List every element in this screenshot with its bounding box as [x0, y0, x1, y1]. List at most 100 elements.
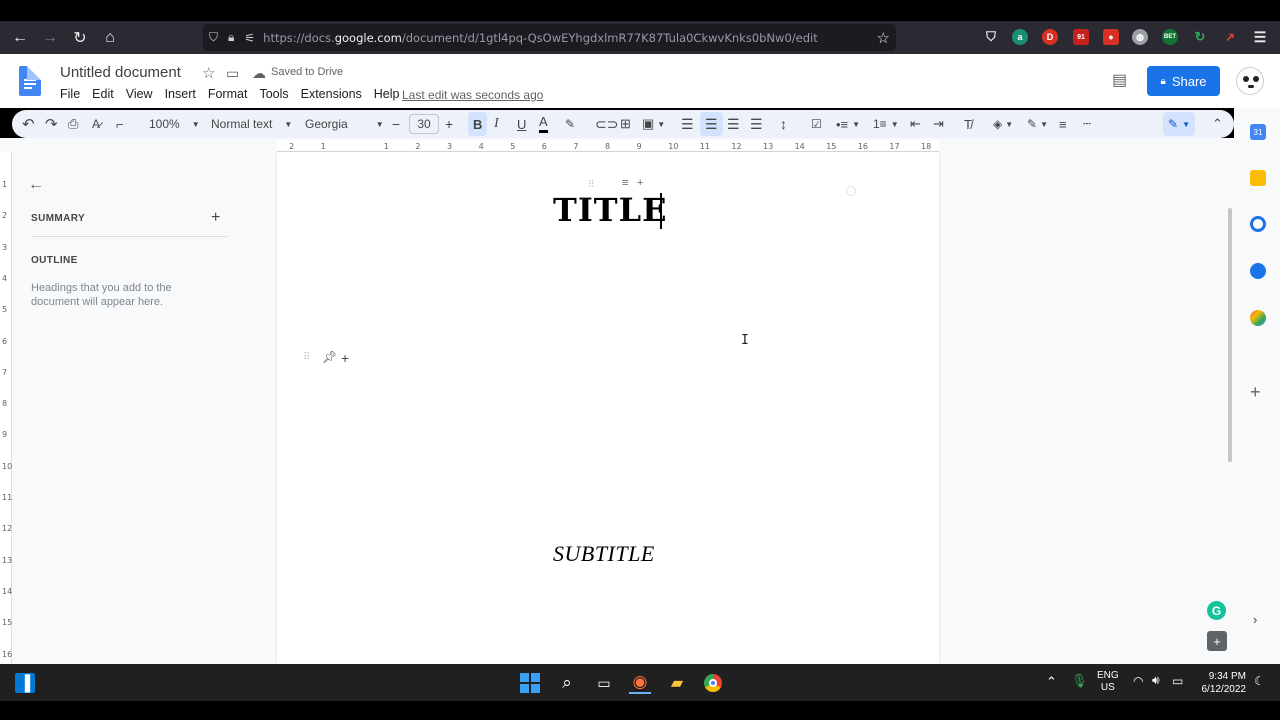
numbered-list-icon[interactable]: 1≡ ▼ [873, 112, 899, 136]
battery-icon[interactable]: ▭ [1172, 674, 1183, 688]
paint-format-icon[interactable]: ⌐ [116, 112, 124, 136]
pocket-icon[interactable]: ⛉ [983, 29, 999, 45]
globe-icon[interactable]: ◍ [1132, 29, 1148, 45]
task-view-icon[interactable]: ▭ [593, 672, 615, 694]
align-right-icon[interactable]: ☰ [727, 112, 740, 136]
drag-handle-icon[interactable]: ⠿ [303, 352, 310, 363]
get-addons-icon[interactable]: + [1250, 382, 1261, 403]
notifications-icon[interactable]: ☾ [1254, 674, 1265, 688]
home-icon[interactable]: ⌂ [95, 23, 125, 53]
decrease-indent-icon[interactable]: ⇤ [910, 112, 921, 136]
border-dash-icon[interactable]: ┄ [1083, 112, 1091, 136]
last-edit-link[interactable]: Last edit was seconds ago [402, 88, 543, 102]
menu-edit[interactable]: Edit [92, 87, 114, 101]
underline-icon[interactable]: U [517, 112, 526, 136]
tray-overflow-icon[interactable]: ⌃ [1046, 674, 1057, 690]
contacts-icon[interactable] [1250, 263, 1266, 279]
file-explorer-icon[interactable]: ▰ [666, 672, 688, 694]
chrome-icon[interactable] [702, 672, 724, 694]
extension-d-icon[interactable]: D [1042, 29, 1058, 45]
url-text[interactable]: https://docs.google.com/document/d/1gtl4… [263, 31, 818, 45]
back-arrow-icon[interactable]: ← [5, 23, 35, 53]
search-icon[interactable]: ⌕ [556, 672, 578, 694]
tasks-icon[interactable] [1250, 216, 1266, 232]
menu-tools[interactable]: Tools [259, 87, 288, 101]
pin-icon[interactable]: 📌︎ [322, 350, 337, 364]
clock[interactable]: 9:34 PM 6/12/2022 [1194, 670, 1247, 696]
bulleted-list-icon[interactable]: •≡ ▼ [836, 112, 860, 136]
align-center-icon[interactable]: ☰ [700, 112, 723, 136]
maps-icon[interactable] [1250, 310, 1266, 326]
menu-insert[interactable]: Insert [165, 87, 196, 101]
star-icon[interactable]: ☆ [202, 64, 215, 82]
line-spacing-icon[interactable]: ↕ [780, 112, 787, 136]
justify-icon[interactable]: ☰ [750, 112, 763, 136]
menu-extensions[interactable]: Extensions [301, 87, 362, 101]
vertical-scrollbar[interactable] [1228, 208, 1232, 462]
border-color-icon[interactable]: ✎ ▼ [1027, 112, 1048, 136]
grammarly-icon[interactable]: G [1207, 601, 1226, 620]
fill-color-icon[interactable]: ◈ ▼ [993, 112, 1013, 136]
permissions-icon[interactable]: ⚟ [244, 31, 255, 45]
style-select[interactable]: Normal text ▼ [211, 112, 292, 136]
print-icon[interactable]: ⎙ [68, 112, 78, 136]
share-button[interactable]: 🔒︎ Share [1147, 66, 1220, 96]
menu-format[interactable]: Format [208, 87, 248, 101]
lock-icon[interactable]: 🔒︎ [228, 30, 234, 45]
font-size-input[interactable]: 30 [409, 114, 439, 134]
menu-file[interactable]: File [60, 87, 80, 101]
show-side-panel-icon[interactable]: › [1253, 612, 1257, 627]
menu-view[interactable]: View [126, 87, 153, 101]
calendar-icon[interactable]: 31 [1250, 124, 1266, 140]
reload-icon[interactable]: ↻ [65, 23, 95, 53]
extension-arrow-icon[interactable]: ↗ [1222, 29, 1238, 45]
widgets-icon[interactable]: ▐ [15, 673, 35, 693]
move-folder-icon[interactable]: ▭ [226, 65, 239, 82]
highlight-icon[interactable]: ✎ [565, 112, 575, 136]
sync-icon[interactable]: ↻ [1192, 29, 1208, 45]
language-indicator[interactable]: ENG US [1097, 670, 1119, 694]
shield-icon[interactable]: ⛉ [209, 30, 218, 45]
paragraph-menu-icon[interactable]: ≡ [622, 177, 628, 189]
insert-image-icon[interactable]: ▣ ▼ [642, 112, 665, 136]
drag-handle-icon[interactable]: ⠿ [588, 179, 595, 190]
extension-badge-icon[interactable]: 91 [1073, 29, 1089, 45]
avatar[interactable] [1236, 67, 1264, 95]
border-width-icon[interactable]: ≡ [1059, 112, 1067, 136]
forward-arrow-icon[interactable]: → [35, 23, 65, 53]
document-subtitle-text[interactable]: SUBTITLE [553, 541, 655, 567]
link-icon[interactable]: ⊂⊃ [595, 112, 618, 136]
document-title-text[interactable]: TITLE [553, 191, 667, 229]
volume-icon[interactable]: 🔊︎ [1152, 673, 1160, 688]
windows-start-icon[interactable] [519, 672, 541, 694]
spellcheck-icon[interactable]: A̷ [92, 112, 100, 136]
add-block-icon[interactable]: + [341, 350, 349, 366]
menu-icon[interactable]: ☰ [1252, 29, 1268, 45]
decrease-font-size-icon[interactable]: − [392, 112, 400, 136]
add-block-icon[interactable]: + [637, 177, 643, 189]
keep-icon[interactable] [1250, 170, 1266, 186]
clear-formatting-icon[interactable]: T̸ [964, 112, 972, 136]
close-outline-arrow-icon[interactable]: ← [28, 176, 44, 194]
record-icon[interactable]: ● [1103, 29, 1119, 45]
document-title[interactable]: Untitled document [60, 64, 181, 81]
font-select[interactable]: Georgia ▼ [305, 112, 384, 136]
add-comment-icon[interactable]: ⊞ [620, 112, 631, 136]
menu-help[interactable]: Help [374, 87, 400, 101]
add-summary-icon[interactable]: + [211, 209, 220, 227]
extension-a-icon[interactable]: a [1012, 29, 1028, 45]
redo-icon[interactable]: ↷ [45, 112, 58, 136]
collapse-menus-icon[interactable]: ⌃ [1212, 112, 1223, 136]
zoom-select[interactable]: 100% ▼ [149, 112, 200, 136]
address-bar[interactable]: ⛉ 🔒︎ ⚟ https://docs.google.com/document/… [203, 24, 896, 51]
microphone-icon[interactable]: 🎙︎ [1071, 673, 1088, 689]
italic-icon[interactable]: I [494, 112, 499, 136]
editing-mode-icon[interactable]: ✎ ▼ [1163, 112, 1195, 136]
text-color-icon[interactable]: A [539, 113, 548, 133]
wifi-icon[interactable]: ◠ [1133, 674, 1143, 688]
extension-bet-icon[interactable]: BET [1162, 29, 1178, 45]
align-left-icon[interactable]: ☰ [681, 112, 694, 136]
bold-icon[interactable]: B [468, 112, 488, 136]
increase-font-size-icon[interactable]: + [445, 112, 453, 136]
docs-logo-icon[interactable] [19, 66, 41, 96]
